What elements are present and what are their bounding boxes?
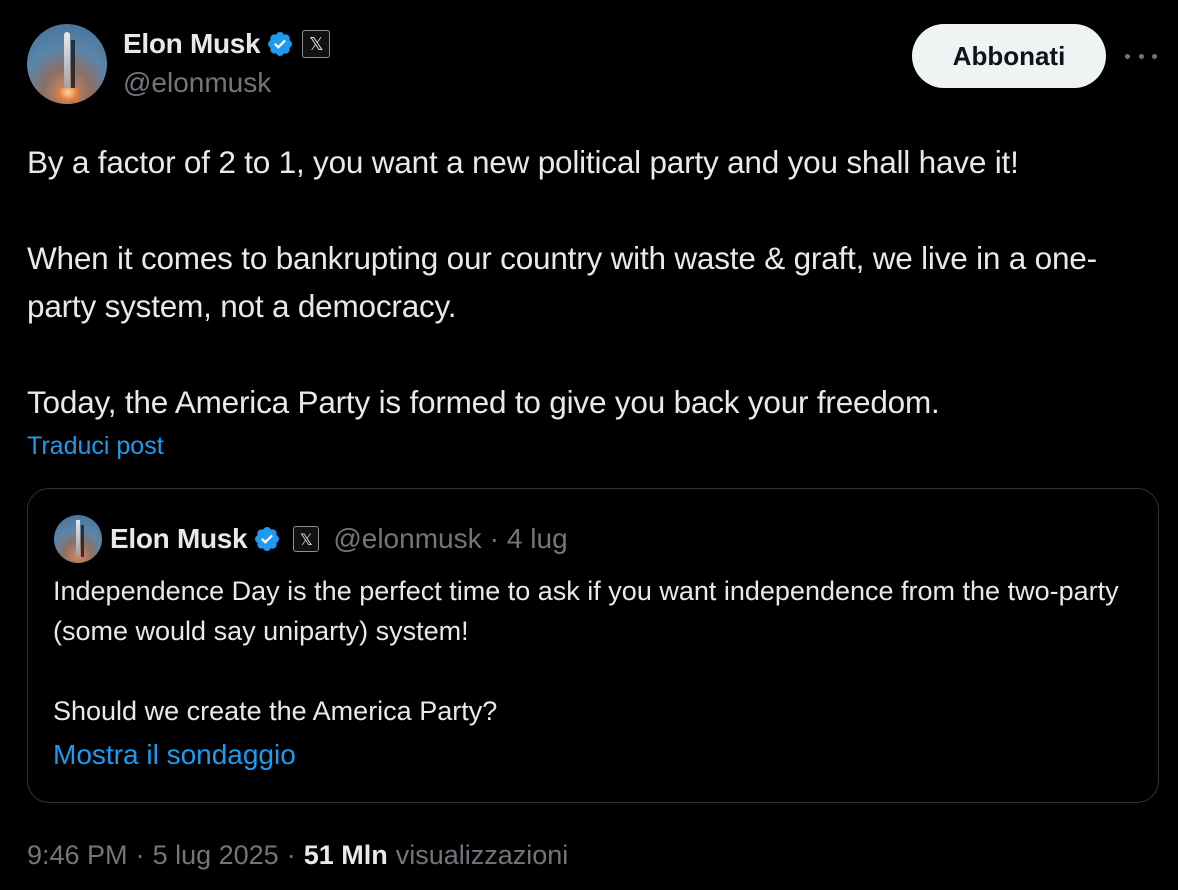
avatar-flame-shape bbox=[57, 88, 79, 102]
post-meta: 9:46 PM · 5 lug 2025 · 51 Mln visualizza… bbox=[27, 840, 568, 871]
quoted-paragraph: Should we create the America Party? bbox=[53, 696, 498, 726]
tweet-paragraph: Today, the America Party is formed to gi… bbox=[27, 384, 940, 420]
quoted-post-header: Elon Musk 𝕏 @elonmusk · 4 lug bbox=[110, 521, 568, 557]
verified-badge-icon bbox=[255, 527, 280, 551]
author-name-row: Elon Musk 𝕏 bbox=[123, 27, 331, 61]
quoted-post-card[interactable]: Elon Musk 𝕏 @elonmusk · 4 lug Independen… bbox=[27, 488, 1159, 803]
more-dot bbox=[1125, 53, 1130, 59]
more-dot bbox=[1138, 53, 1144, 59]
views-count: 51 Mln bbox=[303, 840, 388, 870]
post-date[interactable]: 5 lug 2025 bbox=[153, 840, 279, 871]
separator-dot: · bbox=[135, 840, 145, 870]
translate-post-link[interactable]: Traduci post bbox=[27, 432, 164, 461]
avatar-tower-shape bbox=[81, 525, 84, 557]
subscribe-button[interactable]: Abbonati bbox=[912, 24, 1106, 88]
avatar-tower-shape bbox=[71, 40, 75, 94]
verified-badge-icon[interactable] bbox=[266, 30, 294, 58]
avatar-rocket-shape bbox=[76, 520, 80, 556]
quoted-post-date: 4 lug bbox=[506, 523, 568, 554]
views-label: visualizzazioni bbox=[395, 840, 569, 870]
show-poll-link[interactable]: Mostra il sondaggio bbox=[53, 739, 296, 771]
author-handle[interactable]: @elonmusk bbox=[123, 67, 271, 99]
more-options-icon[interactable] bbox=[1125, 46, 1157, 66]
post-time[interactable]: 9:46 PM bbox=[27, 840, 128, 871]
author-avatar[interactable] bbox=[27, 24, 107, 104]
tweet-paragraph: By a factor of 2 to 1, you want a new po… bbox=[27, 144, 1019, 180]
tweet-paragraph: When it comes to bankrupting our country… bbox=[27, 240, 1097, 324]
quoted-author-avatar bbox=[54, 515, 102, 563]
tweet-detail: Elon Musk 𝕏 @elonmusk Abbonati By a fact… bbox=[0, 0, 1178, 890]
author-display-name[interactable]: Elon Musk bbox=[123, 28, 261, 60]
quoted-author-name: Elon Musk bbox=[110, 523, 248, 554]
x-affiliate-badge-icon: 𝕏 bbox=[293, 526, 320, 552]
x-affiliate-badge-icon[interactable]: 𝕏 bbox=[302, 30, 331, 58]
quoted-author-handle: @elonmusk bbox=[333, 523, 482, 554]
quoted-paragraph: Independence Day is the perfect time to … bbox=[53, 576, 1119, 646]
tweet-text: By a factor of 2 to 1, you want a new po… bbox=[27, 138, 1162, 426]
quoted-post-text: Independence Day is the perfect time to … bbox=[53, 571, 1133, 731]
separator-dot: · bbox=[489, 523, 499, 554]
more-dot bbox=[1152, 53, 1157, 59]
avatar-rocket-shape bbox=[64, 32, 70, 92]
separator-dot: · bbox=[286, 840, 296, 870]
